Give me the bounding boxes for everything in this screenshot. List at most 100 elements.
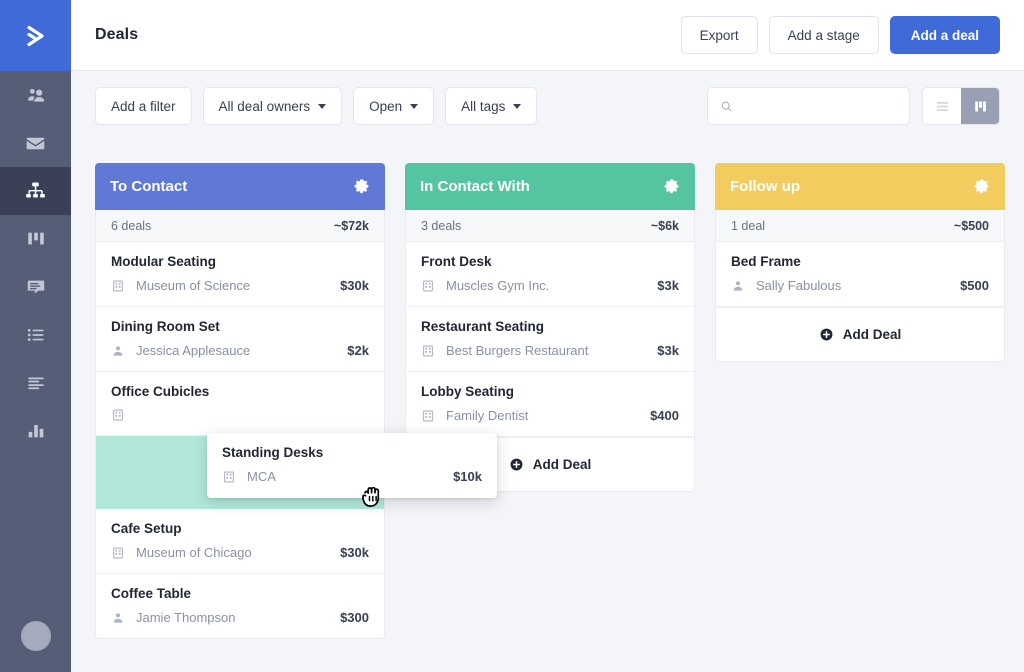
column-total: ~$72k <box>334 219 369 233</box>
view-board-button[interactable] <box>961 88 999 124</box>
board-column-follow-up: Follow up 1 deal ~$500 Bed Frame <box>715 163 1005 362</box>
search-input[interactable] <box>742 99 897 114</box>
deal-contact: Family Dentist <box>446 408 528 423</box>
add-deal-inline-button[interactable]: Add Deal <box>716 307 1004 361</box>
top-bar: Deals Export Add a stage Add a deal <box>71 0 1024 71</box>
sidebar-item-automations[interactable] <box>0 167 71 215</box>
add-stage-button[interactable]: Add a stage <box>769 16 879 54</box>
deal-amount: $300 <box>340 610 369 625</box>
deal-meta: Jamie Thompson $300 <box>111 610 369 625</box>
deal-card[interactable]: Dining Room Set Jessica Applesauce $2k <box>96 307 384 372</box>
deal-amount: $3k <box>657 343 679 358</box>
column-total: ~$6k <box>651 219 679 233</box>
deal-count: 6 deals <box>111 219 151 233</box>
deal-contact: Best Burgers Restaurant <box>446 343 588 358</box>
deal-title: Bed Frame <box>731 254 989 269</box>
top-bar-actions: Export Add a stage Add a deal <box>681 16 1000 54</box>
deal-card[interactable]: Bed Frame Sally Fabulous $500 <box>716 242 1004 307</box>
sidebar-item-lists[interactable] <box>0 311 71 359</box>
column-title: To Contact <box>110 178 187 195</box>
column-header: Follow up <box>715 163 1005 210</box>
deal-contact: Jamie Thompson <box>136 610 235 625</box>
organization-icon <box>111 546 125 560</box>
activecampaign-logo[interactable] <box>0 0 71 71</box>
gear-icon[interactable] <box>973 178 990 195</box>
deals-board-app: Deals Export Add a stage Add a deal Add … <box>0 0 1024 672</box>
deal-card[interactable]: Cafe Setup Museum of Chicago $30k <box>96 509 384 574</box>
deals-board-icon <box>25 228 47 250</box>
deal-title: Lobby Seating <box>421 384 679 399</box>
board-column-to-contact: To Contact 6 deals ~$72k Modular Seating <box>95 163 385 639</box>
deal-owners-dropdown[interactable]: All deal owners <box>203 87 343 125</box>
deal-meta: Family Dentist $400 <box>421 408 679 423</box>
deal-meta: Museum of Science $30k <box>111 278 369 293</box>
deal-card[interactable]: Modular Seating Museum of Science $30k <box>96 242 384 307</box>
deal-card[interactable]: Office Cubicles <box>96 372 384 436</box>
deal-card[interactable]: Lobby Seating Family Dentist $400 <box>406 372 694 437</box>
add-filter-label: Add a filter <box>111 99 176 114</box>
gear-icon[interactable] <box>663 178 680 195</box>
column-header: In Contact With <box>405 163 695 210</box>
avatar[interactable] <box>21 621 51 651</box>
deal-amount: $500 <box>960 278 989 293</box>
campaigns-mail-icon <box>24 132 47 155</box>
organization-icon <box>222 470 236 484</box>
deals-board: To Contact 6 deals ~$72k Modular Seating <box>71 141 1024 672</box>
plus-circle-icon <box>509 457 524 472</box>
search-box[interactable] <box>707 87 910 125</box>
status-dropdown[interactable]: Open <box>353 87 434 125</box>
deal-card[interactable]: Restaurant Seating Best Burgers Restaura… <box>406 307 694 372</box>
deal-owners-label: All deal owners <box>219 99 311 114</box>
deal-card[interactable]: Front Desk Muscles Gym Inc. $3k <box>406 242 694 307</box>
deal-contact: Sally Fabulous <box>756 278 841 293</box>
gear-icon[interactable] <box>353 178 370 195</box>
view-toggle <box>922 87 1000 125</box>
sidebar-item-campaigns[interactable] <box>0 119 71 167</box>
chevron-down-icon <box>410 104 418 109</box>
primary-sidebar <box>0 0 71 672</box>
view-list-button[interactable] <box>923 88 961 124</box>
sidebar-nav <box>0 71 71 455</box>
deal-amount: $30k <box>340 545 369 560</box>
deal-count: 1 deal <box>731 219 765 233</box>
organization-icon <box>111 408 125 422</box>
search-icon <box>720 99 733 114</box>
conversations-icon <box>25 276 47 298</box>
deal-meta: Sally Fabulous $500 <box>731 278 989 293</box>
export-button[interactable]: Export <box>681 16 758 54</box>
organization-icon <box>421 344 435 358</box>
add-deal-label: Add Deal <box>843 327 902 342</box>
avatar-container[interactable] <box>0 600 71 672</box>
deal-title: Standing Desks <box>222 445 482 460</box>
tags-dropdown[interactable]: All tags <box>445 87 537 125</box>
page-title: Deals <box>95 26 138 44</box>
person-icon <box>111 611 125 625</box>
add-deal-button[interactable]: Add a deal <box>890 16 1000 54</box>
column-cards: Bed Frame Sally Fabulous $500 <box>715 242 1005 362</box>
automations-icon <box>24 180 47 203</box>
column-title: In Contact With <box>420 178 530 195</box>
deal-contact: Muscles Gym Inc. <box>446 278 549 293</box>
list-view-icon <box>935 99 950 114</box>
deal-amount: $2k <box>347 343 369 358</box>
person-icon <box>111 344 125 358</box>
add-deal-label: Add Deal <box>533 457 592 472</box>
deal-meta: Jessica Applesauce $2k <box>111 343 369 358</box>
sidebar-item-contacts[interactable] <box>0 71 71 119</box>
deal-contact: MCA <box>247 469 276 484</box>
sidebar-item-forms[interactable] <box>0 359 71 407</box>
dragging-deal-card[interactable]: Standing Desks MCA $10k <box>207 433 497 498</box>
forms-icon <box>25 372 47 394</box>
column-header: To Contact <box>95 163 385 210</box>
deal-title: Cafe Setup <box>111 521 369 536</box>
deal-title: Coffee Table <box>111 586 369 601</box>
deal-title: Dining Room Set <box>111 319 369 334</box>
sidebar-item-deals[interactable] <box>0 215 71 263</box>
sidebar-item-reports[interactable] <box>0 407 71 455</box>
sidebar-item-conversations[interactable] <box>0 263 71 311</box>
add-filter-button[interactable]: Add a filter <box>95 87 192 125</box>
tags-label: All tags <box>461 99 505 114</box>
deal-card[interactable]: Coffee Table Jamie Thompson $300 <box>96 574 384 638</box>
deal-title: Front Desk <box>421 254 679 269</box>
deal-contact: Museum of Science <box>136 278 250 293</box>
